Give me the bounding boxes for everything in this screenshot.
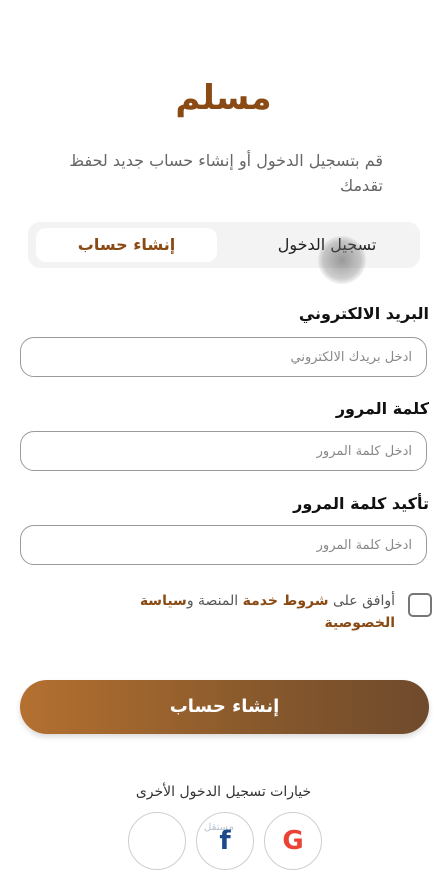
confirm-password-field[interactable] <box>20 525 427 565</box>
agreement-text: أوافق على شروط خدمة المنصة وسياسة الخصوص… <box>105 590 395 634</box>
tab-signup[interactable]: إنشاء حساب <box>36 228 217 262</box>
watermark: مستقل <box>204 822 234 833</box>
facebook-login-button[interactable]: f <box>196 812 254 870</box>
page-subtitle: قم بتسجيل الدخول أو إنشاء حساب جديد لحفظ… <box>69 151 383 195</box>
create-account-button[interactable]: إنشاء حساب <box>20 680 429 734</box>
google-icon: G <box>282 826 304 856</box>
app-logo: مسلم <box>175 78 272 118</box>
other-login-options-label: خيارات تسجيل الدخول الأخرى <box>135 784 312 800</box>
terms-link[interactable]: شروط خدمة <box>243 593 329 609</box>
confirm-password-label: تأكيد كلمة المرور <box>293 494 429 513</box>
tab-login[interactable]: تسجيل الدخول <box>242 228 412 262</box>
email-label: البريد الالكتروني <box>298 304 429 323</box>
auth-tabs: إنشاء حساب تسجيل الدخول <box>28 222 420 268</box>
apple-login-button[interactable] <box>128 812 186 870</box>
password-field[interactable] <box>20 431 427 471</box>
agreement-prefix: أوافق على <box>328 593 395 609</box>
agree-checkbox[interactable] <box>408 593 432 617</box>
google-login-button[interactable]: G <box>264 812 322 870</box>
agreement-middle: المنصة و <box>186 593 243 609</box>
password-label: كلمة المرور <box>335 399 429 418</box>
email-field[interactable] <box>20 337 427 377</box>
